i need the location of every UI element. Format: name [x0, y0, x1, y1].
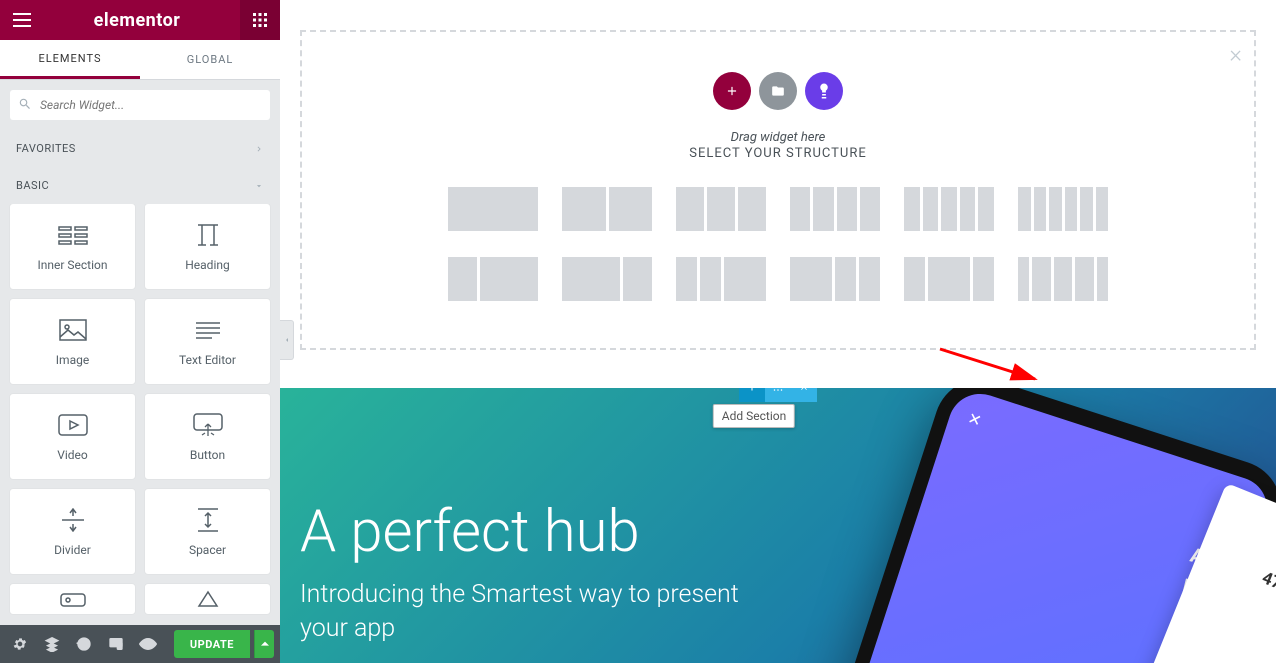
- menu-icon[interactable]: [10, 8, 34, 32]
- category-favorites[interactable]: FAVORITES: [0, 130, 280, 167]
- structure-5col[interactable]: [904, 187, 994, 231]
- search-input[interactable]: [10, 90, 270, 120]
- card-number: 4761: [1259, 568, 1276, 601]
- structure-2col[interactable]: [562, 187, 652, 231]
- chevron-down-icon: [254, 181, 264, 191]
- select-structure-text: SELECT YOUR STRUCTURE: [302, 146, 1254, 161]
- chevron-right-icon: [254, 144, 264, 154]
- widget-partial[interactable]: [145, 584, 270, 614]
- widget-grid: Inner Section Heading Image Text Editor …: [0, 204, 280, 624]
- video-icon: [58, 412, 88, 438]
- phone-close-icon: ✕: [965, 408, 984, 430]
- structure-2-1-1[interactable]: [790, 257, 880, 301]
- widget-video[interactable]: Video: [10, 394, 135, 479]
- divider-icon: [60, 507, 86, 533]
- structure-1-2[interactable]: [448, 257, 538, 301]
- sidebar-header: elementor: [0, 0, 280, 40]
- update-options-button[interactable]: [254, 630, 274, 658]
- button-icon: [193, 412, 223, 438]
- search-widget: [10, 90, 270, 120]
- widget-label: Heading: [185, 258, 230, 272]
- responsive-icon[interactable]: [102, 630, 130, 658]
- widget-label: Image: [56, 353, 89, 367]
- ai-button[interactable]: [805, 72, 843, 110]
- sidebar-footer: UPDATE: [0, 625, 280, 663]
- add-section-button[interactable]: [713, 72, 751, 110]
- structure-6col[interactable]: [1018, 187, 1108, 231]
- category-basic[interactable]: BASIC: [0, 167, 280, 204]
- structure-narrow5[interactable]: [1018, 257, 1108, 301]
- hero-section[interactable]: Add Section A perfect hub Introducing th…: [280, 388, 1276, 663]
- widget-icon: [60, 586, 86, 612]
- hero-subtitle[interactable]: Introducing the Smartest way to present …: [300, 578, 760, 646]
- structure-2-1[interactable]: [562, 257, 652, 301]
- drag-hint-text: Drag widget here: [302, 130, 1254, 145]
- category-label: FAVORITES: [16, 142, 76, 155]
- image-icon: [59, 317, 87, 343]
- annotation-arrow: [935, 344, 1055, 394]
- structure-presets: [302, 187, 1254, 301]
- structure-1-1-2[interactable]: [676, 257, 766, 301]
- add-new-section-area[interactable]: × Drag widget here SELECT YOUR STRUCTURE: [300, 30, 1256, 350]
- settings-icon[interactable]: [6, 630, 34, 658]
- apps-icon[interactable]: [248, 8, 272, 32]
- add-template-button[interactable]: [759, 72, 797, 110]
- structure-4col[interactable]: [790, 187, 880, 231]
- section-add-button[interactable]: [739, 388, 765, 402]
- preview-icon[interactable]: [134, 630, 162, 658]
- widget-label: Button: [190, 448, 225, 462]
- widget-label: Divider: [54, 543, 91, 557]
- widget-label: Spacer: [189, 543, 226, 557]
- add-section-tooltip: Add Section: [713, 404, 795, 428]
- widget-heading[interactable]: Heading: [145, 204, 270, 289]
- widget-icon: [197, 586, 219, 612]
- section-delete-button[interactable]: [791, 388, 817, 402]
- structure-1-2-1[interactable]: [904, 257, 994, 301]
- structure-1col[interactable]: [448, 187, 538, 231]
- structure-3col[interactable]: [676, 187, 766, 231]
- widget-label: Video: [57, 448, 88, 462]
- widget-image[interactable]: Image: [10, 299, 135, 384]
- brand-logo: elementor: [94, 10, 181, 31]
- history-icon[interactable]: [70, 630, 98, 658]
- section-edit-button[interactable]: [765, 388, 791, 402]
- widget-spacer[interactable]: Spacer: [145, 489, 270, 574]
- navigator-icon[interactable]: [38, 630, 66, 658]
- close-icon[interactable]: ×: [1229, 40, 1242, 68]
- widget-label: Inner Section: [37, 258, 107, 272]
- widget-button[interactable]: Button: [145, 394, 270, 479]
- spacer-icon: [196, 507, 220, 533]
- widget-text-editor[interactable]: Text Editor: [145, 299, 270, 384]
- heading-icon: [194, 222, 222, 248]
- category-label: BASIC: [16, 179, 49, 192]
- text-editor-icon: [194, 317, 222, 343]
- update-button[interactable]: UPDATE: [174, 630, 250, 658]
- inner-section-icon: [58, 222, 88, 248]
- section-toolbar: [739, 388, 817, 402]
- tab-global[interactable]: GLOBAL: [140, 40, 280, 79]
- editor-canvas: × Drag widget here SELECT YOUR STRUCTURE: [280, 0, 1276, 663]
- sidebar-tabs: ELEMENTS GLOBAL: [0, 40, 280, 80]
- editor-sidebar: elementor ELEMENTS GLOBAL FAVORITES BASI…: [0, 0, 280, 663]
- widget-inner-section[interactable]: Inner Section: [10, 204, 135, 289]
- tab-elements[interactable]: ELEMENTS: [0, 40, 140, 79]
- widget-divider[interactable]: Divider: [10, 489, 135, 574]
- widget-partial[interactable]: [10, 584, 135, 614]
- widget-label: Text Editor: [179, 353, 236, 367]
